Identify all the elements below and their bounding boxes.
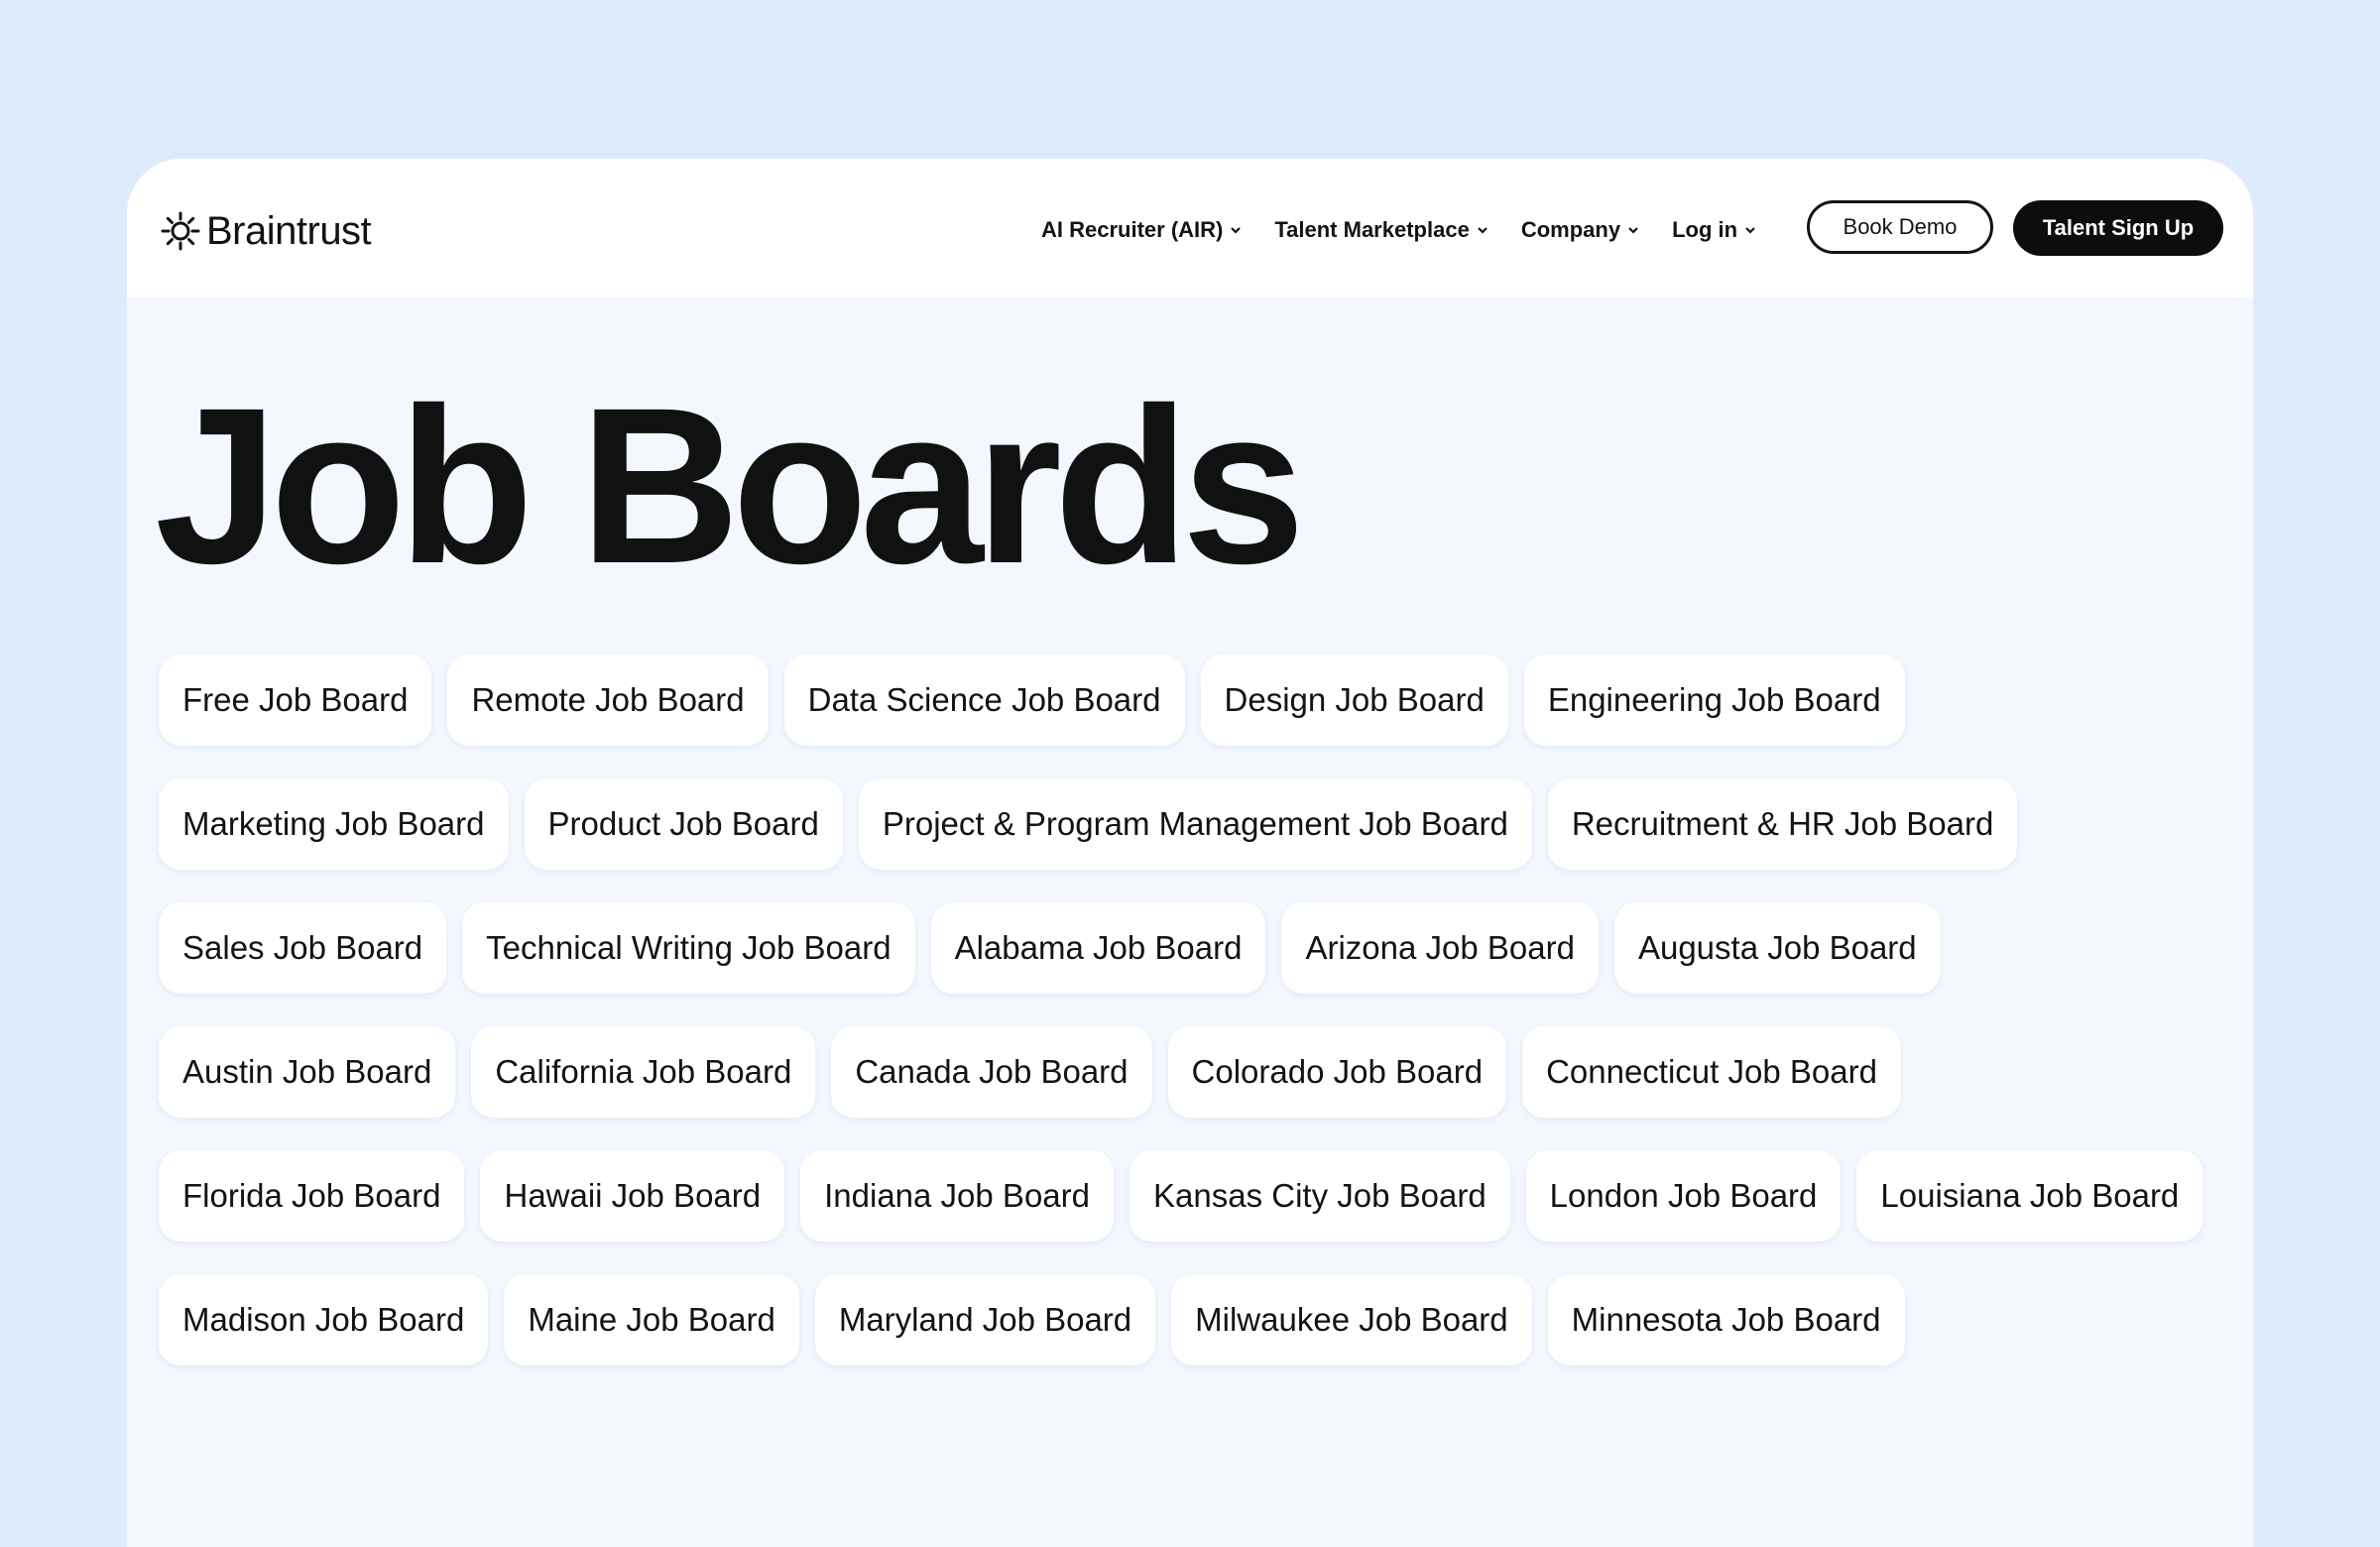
job-board-chip[interactable]: Hawaii Job Board [480,1150,785,1242]
job-board-row: Florida Job Board Hawaii Job Board Indiana… [159,1150,2221,1242]
job-board-chip[interactable]: Austin Job Board [159,1026,456,1118]
job-board-chip[interactable]: Engineering Job Board [1523,654,1905,746]
job-board-row: Austin Job Board California Job Board Cana… [159,1026,2221,1118]
nav-links: AI Recruiter (AIR) Talent Marketplace Co… [1041,208,1789,252]
job-board-chip[interactable]: Canada Job Board [831,1026,1152,1118]
job-board-chip[interactable]: Maryland Job Board [814,1274,1156,1366]
nav-item-log-in[interactable]: Log in [1672,217,1757,243]
job-board-chip[interactable]: Design Job Board [1200,654,1508,746]
job-board-list: Free Job Board Remote Job Board Data Scien… [159,654,2221,1398]
job-board-row: Sales Job Board Technical Writing Job Boa… [159,902,2221,994]
job-board-chip[interactable]: Augusta Job Board [1613,902,1941,994]
job-board-chip[interactable]: Remote Job Board [447,654,769,746]
chevron-down-icon [1745,227,1755,234]
job-board-chip[interactable]: Madison Job Board [159,1274,489,1366]
job-board-chip[interactable]: Kansas City Job Board [1130,1150,1510,1242]
job-board-chip[interactable]: California Job Board [471,1026,816,1118]
job-board-chip[interactable]: Free Job Board [159,654,432,746]
job-board-chip[interactable]: Milwaukee Job Board [1171,1274,1532,1366]
chevron-down-icon [1478,227,1488,234]
book-demo-button[interactable]: Book Demo [1807,200,1993,254]
nav-item-label: Company [1520,217,1621,242]
sun-gear-logo-icon [161,211,200,251]
job-board-chip[interactable]: Connecticut Job Board [1522,1026,1901,1118]
nav-item-ai-recruiter[interactable]: AI Recruiter (AIR) [1041,217,1243,243]
job-board-row: Madison Job Board Maine Job Board Maryland… [159,1274,2221,1366]
job-board-chip[interactable]: Florida Job Board [159,1150,465,1242]
nav-item-label: Talent Marketplace [1274,217,1470,242]
chevron-down-icon [1628,227,1638,234]
top-navbar: Braintrust AI Recruiter (AIR) Talent Mar… [127,159,2253,298]
job-board-chip[interactable]: Alabama Job Board [930,902,1266,994]
nav-item-company[interactable]: Company [1521,217,1640,243]
job-board-chip[interactable]: Maine Job Board [504,1274,799,1366]
job-board-row: Marketing Job Board Product Job Board Proj… [159,778,2221,870]
job-board-chip[interactable]: Colorado Job Board [1167,1026,1507,1118]
job-board-chip[interactable]: Sales Job Board [159,902,447,994]
job-board-chip[interactable]: Arizona Job Board [1281,902,1599,994]
job-board-chip[interactable]: Minnesota Job Board [1547,1274,1905,1366]
brand-name: Braintrust [206,208,372,253]
talent-sign-up-button[interactable]: Talent Sign Up [2013,200,2223,256]
nav-item-label: AI Recruiter (AIR) [1041,217,1224,242]
job-board-chip[interactable]: Project & Program Management Job Board [858,778,1532,870]
job-board-chip[interactable]: Marketing Job Board [159,778,509,870]
page-card: Braintrust AI Recruiter (AIR) Talent Mar… [127,159,2253,1547]
job-board-chip[interactable]: Technical Writing Job Board [462,902,915,994]
job-board-chip[interactable]: Product Job Board [524,778,843,870]
job-board-chip[interactable]: Recruitment & HR Job Board [1547,778,2018,870]
job-board-chip[interactable]: Louisiana Job Board [1856,1150,2203,1242]
job-board-chip[interactable]: Indiana Job Board [800,1150,1114,1242]
job-board-chip[interactable]: Data Science Job Board [783,654,1185,746]
nav-item-label: Log in [1672,217,1738,242]
job-board-chip[interactable]: London Job Board [1525,1150,1842,1242]
job-board-row: Free Job Board Remote Job Board Data Scien… [159,654,2221,746]
chevron-down-icon [1231,227,1242,234]
brand-logo[interactable]: Braintrust [161,208,372,253]
nav-item-talent-marketplace[interactable]: Talent Marketplace [1274,217,1488,243]
page-title: Job Boards [155,362,1305,610]
